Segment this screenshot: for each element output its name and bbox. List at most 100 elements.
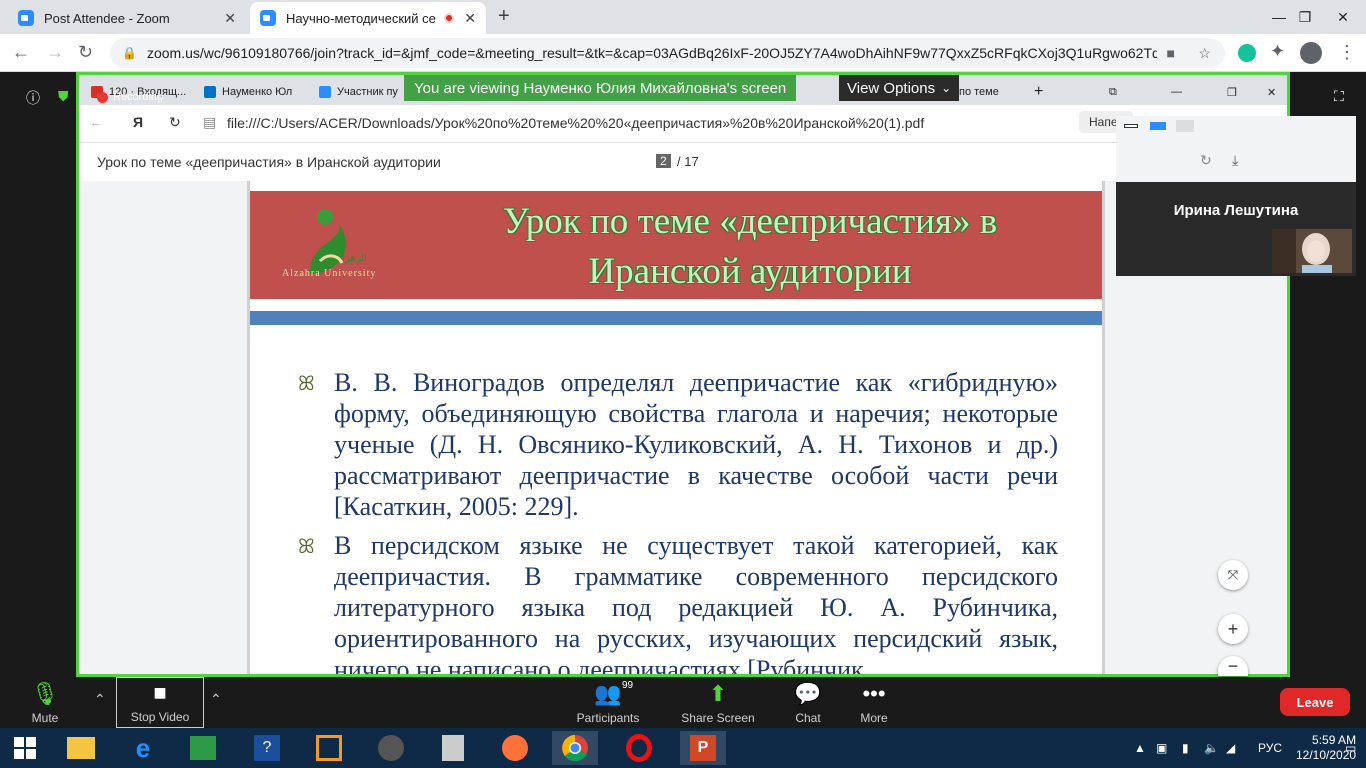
- shared-new-tab-icon: +: [1034, 83, 1044, 100]
- shield-icon[interactable]: ⛊: [58, 88, 69, 105]
- shared-minimize-icon: —: [1171, 86, 1182, 98]
- tab-post-attendee[interactable]: Post Attendee - Zoom ✕: [8, 2, 246, 34]
- media-player-icon[interactable]: [368, 731, 414, 765]
- recording-text: Recording: [113, 91, 164, 103]
- video-options-chevron-icon[interactable]: ⌃: [210, 691, 222, 708]
- tray-volume-icon[interactable]: 🔈: [1204, 728, 1219, 768]
- powerpoint-icon[interactable]: P: [680, 731, 726, 765]
- tray-network-icon[interactable]: ▣: [1156, 728, 1167, 768]
- share-screen-label: Share Screen: [681, 711, 755, 725]
- participants-button[interactable]: 👥 Participants: [572, 677, 644, 728]
- zoom-icon: [260, 10, 276, 26]
- audio-options-chevron-icon[interactable]: ⌃: [94, 691, 106, 708]
- chrome-icon[interactable]: [552, 731, 598, 765]
- app-grid-icon[interactable]: [306, 731, 352, 765]
- menu-dots-icon[interactable]: ⋮: [1338, 42, 1356, 63]
- windows-taskbar: e ? P ▲ ▣ ▮ 🔈 ◢ РУС 5:59 AM 12/10/2020 ▭: [0, 728, 1366, 768]
- share-screen-icon: ⬆: [708, 681, 728, 706]
- shared-close-icon: ✕: [1267, 86, 1277, 99]
- close-window-button[interactable]: ✕: [1320, 0, 1366, 34]
- browser-toolbar: ← → ↻ 🔒 zoom.us/wc/96109180766/join?trac…: [0, 34, 1366, 72]
- back-icon[interactable]: ←: [12, 42, 30, 63]
- bookmark-star-icon[interactable]: ☆: [1198, 45, 1211, 62]
- stop-video-button[interactable]: ■ Stop Video: [116, 677, 204, 728]
- viewing-banner-text: You are viewing Науменко Юлия Михайловна…: [414, 79, 787, 97]
- bullet-item: ꕤ В персидском языке не существует такой…: [298, 530, 1058, 677]
- address-bar[interactable]: 🔒 zoom.us/wc/96109180766/join?track_id=&…: [110, 38, 1225, 68]
- speaker-view-icon[interactable]: [1150, 122, 1166, 130]
- more-button[interactable]: ••• More: [856, 677, 892, 728]
- pdf-toolbar: Урок по теме «деепричастия» в Иранской а…: [79, 143, 1287, 181]
- bullet-text: В. В. Виноградов определял деепричастие …: [334, 368, 1058, 521]
- leave-button[interactable]: Leave: [1280, 688, 1350, 716]
- gallery-view-icon[interactable]: [1176, 120, 1194, 132]
- notifications-icon[interactable]: ▭: [1345, 728, 1356, 768]
- forward-icon[interactable]: →: [46, 42, 64, 63]
- svg-text:الزهرا: الزهرا: [342, 253, 367, 264]
- extensions-icon[interactable]: ✦: [1270, 41, 1285, 62]
- slide-bullets: ꕤ В. В. Виноградов определял деепричасти…: [298, 367, 1058, 677]
- shared-screen: 120 · Входящ... Науменко Юл Участник пу …: [76, 72, 1290, 677]
- pdf-page: الزهرا Alzahra University Урок по теме «…: [247, 181, 1105, 677]
- chat-button[interactable]: 💬 Chat: [790, 677, 826, 728]
- info-icon[interactable]: ⓘ: [26, 88, 40, 108]
- camera-icon[interactable]: ■: [1166, 45, 1174, 61]
- tray-up-arrow-icon[interactable]: ▲: [1134, 728, 1146, 768]
- chrome-logo: [562, 735, 588, 762]
- fullscreen-icon[interactable]: ⛶: [1334, 88, 1344, 105]
- grammarly-icon[interactable]: [1238, 44, 1256, 62]
- store-icon[interactable]: [180, 731, 226, 765]
- start-button[interactable]: [2, 731, 48, 765]
- shared-tab-title: по теме: [959, 86, 999, 98]
- shared-tab-title: Участник пу: [337, 86, 398, 98]
- zoom-icon: [18, 10, 34, 26]
- tray-language[interactable]: РУС: [1258, 728, 1282, 768]
- chevron-down-icon: ⌄: [941, 81, 952, 95]
- participant-name: Ирина Лешутина: [1173, 202, 1299, 219]
- zoom-in-button[interactable]: +: [1218, 614, 1248, 644]
- participant-video-thumbnail[interactable]: [1272, 229, 1352, 273]
- shared-reload-icon: ↻: [169, 114, 181, 130]
- mute-button[interactable]: 🎙 Mute: [28, 677, 62, 728]
- more-dots-icon: •••: [862, 681, 886, 706]
- new-tab-button[interactable]: +: [498, 5, 510, 28]
- chat-label: Chat: [795, 711, 821, 725]
- rotate-icon: ↻: [1200, 152, 1212, 168]
- url-text: zoom.us/wc/96109180766/join?track_id=&jm…: [146, 45, 1157, 61]
- tray-signal-icon[interactable]: ◢: [1226, 728, 1235, 768]
- view-options-button[interactable]: View Options ⌄: [839, 75, 960, 101]
- profile-avatar-icon[interactable]: [1300, 42, 1322, 64]
- help-icon[interactable]: ?: [244, 731, 290, 765]
- minimize-video-icon[interactable]: [1124, 124, 1138, 128]
- slide-divider: [250, 311, 1102, 325]
- slide-title-line1: Урок по теме «деепричастия» в: [502, 201, 998, 242]
- bullet-text: В персидском языке не существует такой к…: [334, 531, 1058, 677]
- file-explorer-icon[interactable]: [58, 731, 104, 765]
- recording-indicator-icon: [444, 13, 454, 23]
- shared-tabs-icon: ⧉: [1109, 85, 1117, 98]
- close-tab-icon[interactable]: ✕: [464, 10, 476, 27]
- participant-video-panel[interactable]: ↻ ⤓ Ирина Лешутина: [1116, 116, 1356, 276]
- tab-title: Post Attendee - Zoom: [44, 10, 170, 26]
- participants-count: 99: [622, 680, 634, 691]
- shared-back-icon: ←: [89, 114, 103, 130]
- tab-title: Научно-методический семинар: [286, 10, 436, 26]
- share-screen-button[interactable]: ⬆ Share Screen: [678, 677, 758, 728]
- internet-explorer-icon[interactable]: e: [120, 731, 166, 765]
- reload-icon[interactable]: ↻: [78, 42, 93, 63]
- close-tab-icon[interactable]: ✕: [224, 10, 236, 27]
- tray-battery-icon[interactable]: ▮: [1182, 728, 1189, 768]
- file-icon: ▤: [203, 114, 217, 130]
- firefox-icon[interactable]: [492, 731, 538, 765]
- fit-screen-button[interactable]: ⤧: [1218, 560, 1248, 590]
- calculator-icon[interactable]: [430, 731, 476, 765]
- mute-label: Mute: [31, 711, 59, 725]
- outlook-icon: [204, 86, 216, 98]
- video-camera-icon: ■: [153, 680, 167, 705]
- microphone-icon: 🎙: [31, 681, 59, 706]
- download-icon: ⤓: [1232, 152, 1239, 168]
- tab-seminar[interactable]: Научно-методический семинар ✕: [250, 2, 486, 34]
- participant-panel-header: ↻ ⤓: [1116, 116, 1356, 182]
- bullet-icon: ꕤ: [298, 373, 315, 395]
- opera-icon[interactable]: [616, 731, 662, 765]
